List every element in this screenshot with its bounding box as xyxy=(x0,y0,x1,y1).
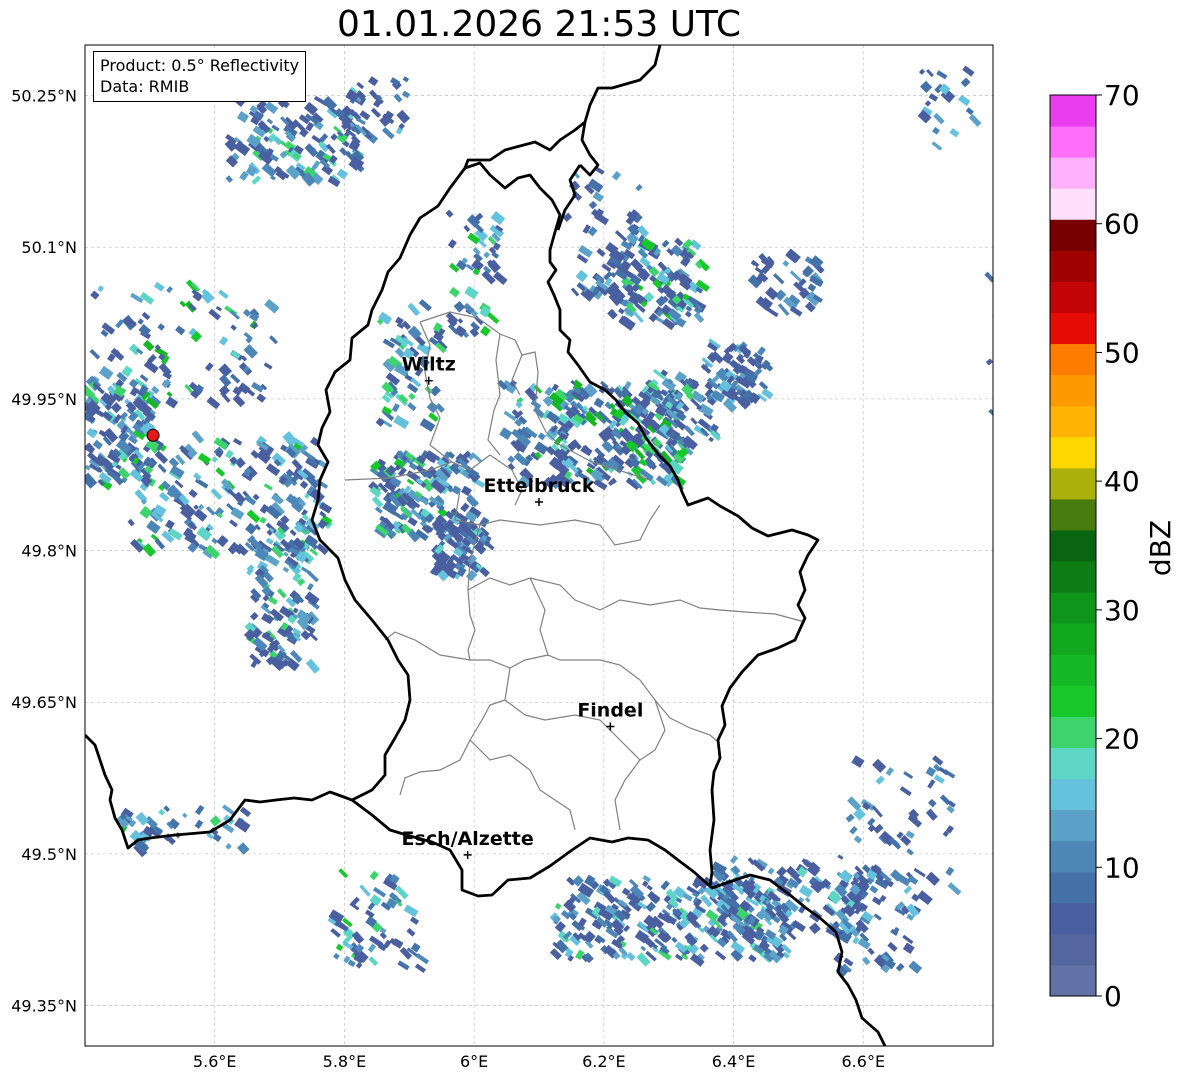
y-tick-label: 49.8°N xyxy=(21,542,77,561)
echo-cell xyxy=(1021,337,1032,348)
echo-cell xyxy=(1010,406,1022,417)
echo-cell xyxy=(1012,313,1024,323)
echo-cell xyxy=(1031,334,1043,345)
y-tick-label: 49.95°N xyxy=(11,390,77,409)
echo-cell xyxy=(1028,359,1038,368)
echo-cell xyxy=(1044,352,1053,361)
echo-cell xyxy=(1005,420,1011,426)
radar-map: 5.6°E 5.8°E 6°E 6.2°E 6.4°E 6.6°E 50.25°N 50.1°… xyxy=(11,44,1068,1071)
echo-cell xyxy=(1050,294,1063,306)
echo-cell xyxy=(1026,306,1040,319)
echo-cell xyxy=(1005,286,1014,296)
echo-cell xyxy=(1040,372,1050,381)
echo-cell xyxy=(1021,283,1029,291)
echo-cell xyxy=(1034,350,1044,359)
echo-cell xyxy=(1054,423,1068,436)
echo-cell xyxy=(1050,308,1062,320)
echo-cell xyxy=(1033,393,1040,399)
echo-cell xyxy=(1021,327,1028,334)
data-source-label: Data: RMIB xyxy=(100,77,190,96)
x-tick-label: 6.4°E xyxy=(712,1052,756,1071)
echo-cell xyxy=(1037,357,1048,367)
echo-cell xyxy=(1038,426,1049,437)
y-tick-label: 49.5°N xyxy=(21,845,77,864)
echo-cell xyxy=(1017,352,1030,364)
echo-cell xyxy=(992,311,993,324)
x-tick-label: 6°E xyxy=(460,1052,488,1071)
echo-cell xyxy=(996,303,1008,314)
y-tick-label: 50.1°N xyxy=(21,238,77,257)
echo-cell xyxy=(1003,289,1011,297)
echo-cell xyxy=(1040,377,1053,389)
y-tick-label: 50.25°N xyxy=(11,87,77,106)
echo-cell xyxy=(1006,339,1013,346)
city-label: Wiltz xyxy=(402,354,456,376)
radar-site xyxy=(146,428,160,442)
echo-cell xyxy=(1056,342,1064,349)
echo-cell xyxy=(1003,296,1012,305)
x-tick-label: 6.6°E xyxy=(842,1052,886,1071)
x-tick-label: 6.2°E xyxy=(582,1052,626,1071)
echo-cell xyxy=(1039,385,1045,391)
echo-cell xyxy=(1019,293,1032,305)
city-label: Findel xyxy=(577,699,643,721)
echo-cell xyxy=(1046,307,1057,318)
echo-cell xyxy=(1027,372,1037,382)
echo-cell xyxy=(1036,371,1044,379)
x-tick-label: 5.8°E xyxy=(323,1052,367,1071)
product-label: Product: 0.5° Reflectivity xyxy=(100,56,300,75)
echo-cell xyxy=(1029,369,1042,379)
echo-cell xyxy=(1003,383,1014,394)
city-label: Ettelbruck xyxy=(484,475,595,497)
echo-cell xyxy=(998,326,1010,338)
y-tick-label: 49.65°N xyxy=(11,693,77,712)
echo-cell xyxy=(993,288,1001,296)
radar-site-marker xyxy=(146,428,160,442)
y-tick-label: 49.35°N xyxy=(11,997,77,1016)
city-label: Esch/Alzette xyxy=(402,828,534,850)
x-tick-label: 5.6°E xyxy=(193,1052,237,1071)
echo-cell xyxy=(1013,339,1023,349)
info-box: Product: 0.5° Reflectivity Data: RMIB xyxy=(93,51,307,102)
